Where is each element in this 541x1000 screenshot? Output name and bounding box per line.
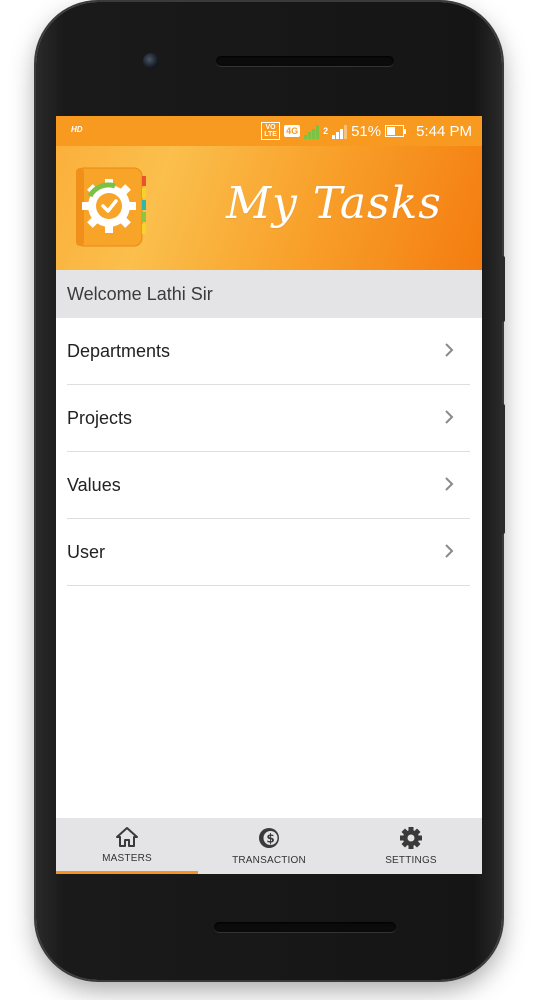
front-camera — [143, 53, 159, 69]
gear-check-notebook-icon — [76, 167, 146, 247]
menu-item-departments[interactable]: Departments — [67, 318, 470, 385]
bottom-speaker — [214, 922, 396, 932]
nav-tab-settings[interactable]: SETTINGS — [340, 818, 482, 874]
battery-icon — [385, 125, 405, 137]
power-button — [500, 256, 505, 322]
svg-text:$: $ — [266, 832, 274, 846]
chevron-right-icon — [445, 544, 454, 558]
menu-item-label: Projects — [67, 407, 133, 428]
welcome-banner: Welcome Lathi Sir — [56, 270, 482, 318]
bottom-navigation: MASTERS $ TRANSACTION SETTINGS — [56, 818, 482, 874]
menu-item-label: User — [67, 541, 106, 562]
nav-label-masters: MASTERS — [102, 853, 152, 864]
dollar-coin-icon: $ — [259, 828, 279, 848]
status-bar: HD VO LTE 4G 2 51% 5:44 PM — [56, 116, 482, 146]
volte-badge: VO LTE — [261, 122, 281, 140]
app-screen: HD VO LTE 4G 2 51% 5:44 PM My Tasks Welc… — [56, 116, 482, 874]
chevron-right-icon — [445, 477, 454, 491]
nav-tab-masters[interactable]: MASTERS — [56, 818, 198, 874]
chevron-right-icon — [445, 343, 454, 357]
nav-tab-transaction[interactable]: $ TRANSACTION — [198, 818, 340, 874]
home-icon — [116, 827, 138, 847]
sim2-badge: 2 — [323, 125, 329, 136]
nav-label-transaction: TRANSACTION — [232, 855, 306, 866]
app-title: My Tasks — [226, 178, 442, 229]
app-header: My Tasks — [56, 146, 482, 270]
clock: 5:44 PM — [416, 122, 472, 140]
battery-tip — [404, 128, 407, 134]
menu-item-label: Departments — [67, 340, 171, 361]
signal-sim2-icon — [332, 123, 348, 139]
menu-item-label: Values — [67, 474, 121, 495]
volume-button — [500, 404, 505, 534]
chevron-right-icon — [445, 410, 454, 424]
menu-item-projects[interactable]: Projects — [67, 385, 470, 452]
hd-indicator: HD — [71, 125, 83, 134]
menu-item-values[interactable]: Values — [67, 452, 470, 519]
menu-item-user[interactable]: User — [67, 519, 470, 586]
masters-menu: Departments Projects Values User — [56, 318, 482, 586]
earpiece-speaker — [216, 56, 394, 66]
battery-percent: 51% — [351, 122, 382, 140]
network-4g-badge: 4G — [284, 125, 301, 137]
nav-label-settings: SETTINGS — [385, 855, 437, 866]
gear-icon — [400, 827, 422, 849]
signal-sim1-icon — [304, 123, 320, 139]
